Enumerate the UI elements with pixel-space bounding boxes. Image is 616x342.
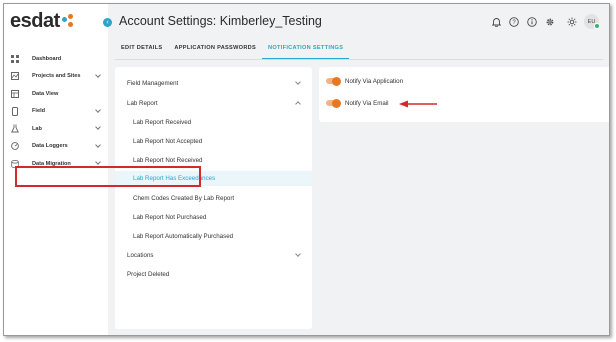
menu-subitem-lab-report-received[interactable]: Lab Report Received	[115, 115, 312, 129]
notify-via-application-label: Notify Via Application	[345, 77, 404, 85]
chevron-down-icon[interactable]	[95, 141, 101, 148]
bell-icon[interactable]	[491, 17, 501, 27]
table-icon	[10, 89, 19, 98]
sidebar-item-field[interactable]: Field	[4, 103, 108, 121]
toggle-knob	[332, 98, 341, 108]
menu-item-label: Field Management	[127, 79, 179, 87]
sidebar-item-label: Projects and Sites	[32, 73, 81, 80]
app-window: esdat Dashboard Projects and Sites Data …	[3, 3, 610, 336]
chevron-down-icon[interactable]	[95, 106, 101, 113]
sidebar-item-dashboard[interactable]: Dashboard	[4, 50, 108, 68]
tab-edit-details[interactable]: EDIT DETAILS	[115, 43, 168, 59]
menu-subitem-lab-report-not-received[interactable]: Lab Report Not Received	[115, 153, 312, 167]
brand-logo[interactable]: esdat	[10, 10, 76, 33]
notification-category-panel: Field Management Lab Report Lab Report R…	[115, 67, 312, 329]
sidebar-item-label: Dashboard	[32, 55, 62, 62]
collapse-sidebar-button[interactable]: ‹	[103, 18, 112, 27]
sidebar-item-lab[interactable]: Lab	[4, 120, 108, 138]
notify-via-application-row: Notify Via Application	[326, 76, 403, 86]
menu-item-field-management[interactable]: Field Management	[115, 76, 312, 90]
chevron-up-icon	[295, 101, 301, 107]
menu-subitem-lab-report-auto-purchased[interactable]: Lab Report Automatically Purchased	[115, 229, 312, 243]
svg-text:?: ?	[512, 20, 516, 26]
annotation-arrow-icon	[399, 100, 437, 108]
logo-dots-icon	[61, 13, 76, 30]
sidebar-item-label: Field	[32, 108, 46, 115]
logo-text: esdat	[10, 10, 60, 32]
sidebar-item-label: Data Loggers	[32, 143, 68, 150]
chevron-down-icon	[295, 251, 301, 257]
menu-item-label: Lab Report	[127, 99, 158, 107]
settings-icon[interactable]	[545, 17, 555, 27]
menu-item-project-deleted[interactable]: Project Deleted	[115, 267, 312, 281]
menu-item-label: Locations	[127, 251, 154, 259]
menu-item-locations[interactable]: Locations	[115, 248, 312, 262]
notify-via-email-toggle[interactable]	[326, 98, 341, 108]
avatar[interactable]: EU	[584, 14, 600, 29]
menu-subitem-label: Chem Codes Created By Lab Report	[133, 194, 235, 202]
annotation-highlight-box	[15, 166, 201, 187]
chevron-down-icon[interactable]	[95, 71, 101, 78]
sidebar-item-data-loggers[interactable]: Data Loggers	[4, 138, 108, 156]
menu-subitem-lab-report-not-accepted[interactable]: Lab Report Not Accepted	[115, 134, 312, 148]
info-icon[interactable]	[527, 16, 537, 27]
mobile-device-icon	[10, 106, 19, 116]
gauge-icon	[10, 142, 19, 151]
chevron-down-icon[interactable]	[95, 124, 101, 130]
menu-subitem-chem-codes-created[interactable]: Chem Codes Created By Lab Report	[115, 191, 312, 205]
header-actions: ? EU	[483, 14, 600, 29]
tab-application-passwords[interactable]: APPLICATION PASSWORDS	[168, 43, 262, 59]
theme-sun-icon[interactable]	[567, 17, 577, 27]
chevron-left-icon: ‹	[106, 19, 109, 26]
notification-options-panel: Notify Via Application Notify Via Email	[319, 67, 609, 122]
tab-divider	[115, 59, 603, 60]
menu-subitem-label: Lab Report Not Purchased	[133, 213, 207, 221]
dashboard-grid-icon	[10, 54, 19, 63]
sidebar-item-label: Lab	[32, 125, 42, 132]
menu-subitem-label: Lab Report Automatically Purchased	[133, 232, 234, 240]
page-header: Account Settings: Kimberley_Testing ? EU	[108, 4, 609, 40]
chevron-down-icon[interactable]	[95, 159, 101, 165]
page-title: Account Settings: Kimberley_Testing	[119, 14, 322, 28]
menu-subitem-label: Lab Report Not Accepted	[133, 137, 203, 145]
menu-subitem-label: Lab Report Received	[133, 118, 192, 126]
menu-item-label: Project Deleted	[127, 270, 170, 278]
sidebar-nav: Dashboard Projects and Sites Data View F…	[4, 50, 108, 173]
notify-via-application-toggle[interactable]	[326, 76, 341, 86]
help-icon[interactable]: ?	[509, 16, 519, 27]
flask-icon	[10, 124, 19, 133]
sidebar-item-projects-and-sites[interactable]: Projects and Sites	[4, 68, 108, 86]
tab-bar: EDIT DETAILS APPLICATION PASSWORDS NOTIF…	[115, 43, 350, 59]
notify-via-email-row: Notify Via Email	[326, 98, 389, 108]
menu-subitem-label: Lab Report Not Received	[133, 156, 203, 164]
toggle-knob	[332, 76, 341, 86]
notify-via-email-label: Notify Via Email	[345, 99, 389, 107]
chevron-down-icon	[295, 79, 301, 85]
sidebar-item-label: Data View	[32, 90, 59, 97]
menu-subitem-lab-report-not-purchased[interactable]: Lab Report Not Purchased	[115, 210, 312, 224]
menu-item-lab-report[interactable]: Lab Report	[115, 96, 312, 110]
map-icon	[10, 72, 19, 81]
sidebar-item-data-view[interactable]: Data View	[4, 85, 108, 103]
tab-notification-settings[interactable]: NOTIFICATION SETTINGS	[262, 43, 350, 59]
